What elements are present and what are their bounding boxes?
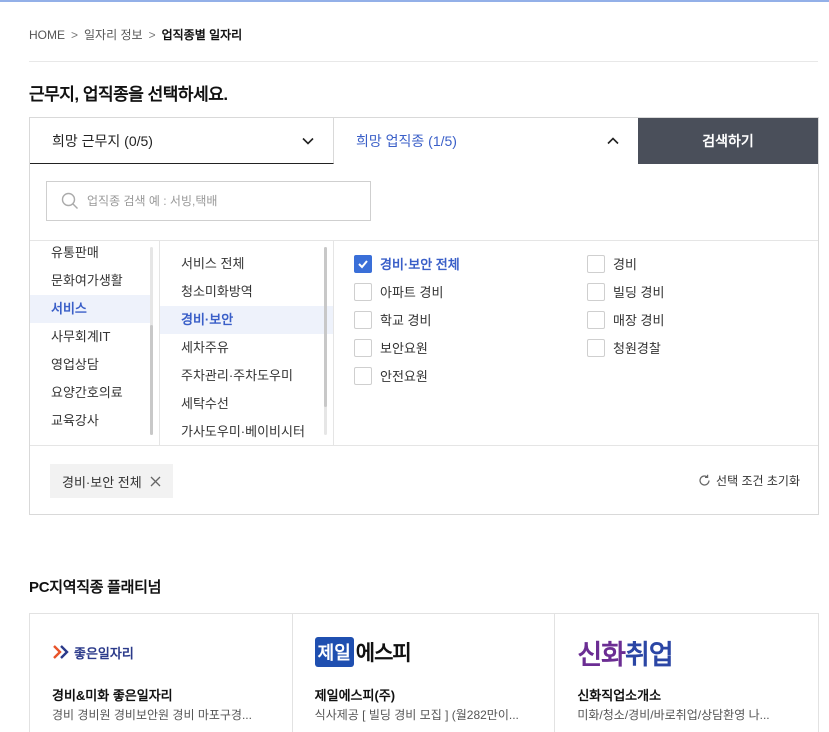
divider	[29, 61, 818, 62]
filter-tabs: 희망 근무지 (0/5) 희망 업직종 (1/5) 검색하기	[30, 118, 818, 164]
checkbox[interactable]	[354, 338, 372, 357]
selected-conditions: 경비·보안 전체 선택 조건 초기화	[30, 445, 818, 514]
job-search-input[interactable]	[87, 194, 357, 208]
category-item[interactable]: 영업상담	[30, 351, 150, 379]
job-search-box	[46, 181, 371, 221]
checkbox[interactable]	[354, 282, 372, 301]
job-selector: 유통판매 문화여가생활 서비스 사무회계IT 영업상담 요양간호의료 교육강사 …	[30, 240, 818, 446]
subcategory-item[interactable]: 청소미화방역	[160, 278, 333, 306]
refresh-icon	[699, 474, 710, 486]
subcategory-scrollbar[interactable]	[324, 247, 327, 435]
breadcrumb-job-info[interactable]: 일자리 정보	[84, 26, 143, 43]
company-logo: 좋은일자리	[52, 632, 134, 672]
breadcrumb-separator: >	[148, 27, 156, 42]
checkbox[interactable]	[587, 338, 605, 357]
breadcrumb-separator: >	[71, 27, 79, 42]
company-name: 제일에스피(주)	[314, 688, 396, 703]
checkbox[interactable]	[587, 254, 605, 273]
filter-panel: 희망 근무지 (0/5) 희망 업직종 (1/5) 검색하기 유통판매 문화여가…	[29, 117, 819, 515]
checkbox[interactable]	[354, 310, 372, 329]
job-description: 경비 경비원 경비보안원 경비 마포구경...	[52, 708, 252, 722]
option-checkbox[interactable]: 청원경찰	[587, 338, 661, 357]
job-description: 미화/청소/경비/바로취업/상담환영 나...	[577, 708, 770, 722]
tab-job[interactable]: 희망 업직종 (1/5)	[334, 118, 638, 164]
top-accent-line	[0, 0, 829, 2]
category-item[interactable]: 사무회계IT	[30, 323, 150, 351]
breadcrumb-current: 업직종별 일자리	[161, 28, 243, 42]
option-checkbox[interactable]: 매장 경비	[587, 310, 664, 329]
category-item[interactable]: 문화여가생활	[30, 267, 150, 295]
check-icon	[358, 259, 368, 268]
category-item[interactable]: 교육강사	[30, 407, 150, 435]
subcategory-list: 서비스 전체 청소미화방역 경비·보안 세차주유 주차관리·주차도우미 세탁수선…	[160, 241, 334, 446]
company-logo: 신화 취업	[577, 639, 673, 670]
reset-label: 선택 조건 초기화	[716, 474, 800, 488]
option-checkbox[interactable]: 빌딩 경비	[587, 282, 664, 301]
chevron-down-icon	[302, 137, 314, 145]
checkbox[interactable]	[354, 254, 372, 273]
close-icon[interactable]	[150, 476, 161, 487]
company-card[interactable]: 좋은일자리 경비&미화 좋은일자리 경비 경비원 경비보안원 경비 마포구경..…	[30, 614, 293, 732]
category-item[interactable]: 요양간호의료	[30, 379, 150, 407]
option-checkbox[interactable]: 학교 경비	[354, 310, 431, 329]
checkbox[interactable]	[354, 366, 372, 385]
checkbox[interactable]	[587, 310, 605, 329]
option-label: 경비·보안 전체	[380, 257, 460, 272]
option-label: 학교 경비	[380, 313, 432, 328]
tab-region[interactable]: 희망 근무지 (0/5)	[30, 118, 334, 164]
category-scrollbar[interactable]	[150, 247, 153, 435]
selected-chip-label: 경비·보안 전체	[62, 474, 142, 490]
subcategory-item[interactable]: 세차주유	[160, 334, 333, 362]
subcategory-item[interactable]: 세탁수선	[160, 390, 333, 418]
company-logo: 제일 에스피	[314, 632, 412, 672]
company-name: 경비&미화 좋은일자리	[52, 688, 173, 703]
option-label: 매장 경비	[613, 313, 665, 328]
option-label: 경비	[613, 257, 637, 272]
search-button[interactable]: 검색하기	[638, 118, 818, 164]
option-label: 빌딩 경비	[613, 285, 665, 300]
company-card[interactable]: 제일 에스피 제일에스피(주) 식사제공 [ 빌딩 경비 모집 ] (월282만…	[293, 614, 556, 732]
reset-button[interactable]: 선택 조건 초기화	[698, 472, 800, 489]
chevron-up-icon	[607, 136, 619, 144]
option-checkbox[interactable]: 아파트 경비	[354, 282, 443, 301]
section-title: PC지역직종 플래티넘	[29, 579, 162, 596]
option-checkbox[interactable]: 경비·보안 전체	[354, 254, 460, 273]
company-card[interactable]: 신화 취업 신화직업소개소 미화/청소/경비/바로취업/상담환영 나...	[555, 614, 818, 732]
search-icon	[61, 192, 78, 209]
option-checkbox[interactable]: 안전요원	[354, 366, 428, 385]
option-checkbox[interactable]: 보안요원	[354, 338, 428, 357]
scrollbar-thumb[interactable]	[150, 325, 153, 435]
company-name: 신화직업소개소	[577, 688, 662, 703]
breadcrumb: HOME > 일자리 정보 > 업직종별 일자리	[29, 26, 242, 43]
subcategory-item[interactable]: 서비스 전체	[160, 250, 333, 278]
option-label: 아파트 경비	[380, 285, 444, 300]
option-label: 보안요원	[380, 341, 428, 356]
option-label: 안전요원	[380, 369, 428, 384]
subcategory-item-selected[interactable]: 경비·보안	[160, 306, 333, 334]
checkbox[interactable]	[587, 282, 605, 301]
platinum-cards: 좋은일자리 경비&미화 좋은일자리 경비 경비원 경비보안원 경비 마포구경..…	[29, 613, 819, 732]
category-list: 유통판매 문화여가생활 서비스 사무회계IT 영업상담 요양간호의료 교육강사	[30, 241, 160, 446]
option-checkbox[interactable]: 경비	[587, 254, 637, 273]
category-item[interactable]: 유통판매	[30, 241, 150, 267]
subcategory-item[interactable]: 주차관리·주차도우미	[160, 362, 333, 390]
breadcrumb-home[interactable]: HOME	[29, 28, 65, 42]
tab-region-label: 희망 근무지 (0/5)	[52, 132, 153, 149]
job-description: 식사제공 [ 빌딩 경비 모집 ] (월282만이...	[314, 708, 519, 722]
page-title: 근무지, 업직종을 선택하세요.	[29, 85, 228, 104]
logo-mark-icon	[53, 645, 69, 659]
category-item-selected[interactable]: 서비스	[30, 295, 150, 323]
selected-chip: 경비·보안 전체	[50, 464, 173, 498]
subcategory-item[interactable]: 가사도우미·베이비시터	[160, 418, 333, 446]
scrollbar-thumb[interactable]	[324, 247, 327, 407]
tab-job-label: 희망 업직종 (1/5)	[356, 132, 457, 149]
option-label: 청원경찰	[613, 341, 661, 356]
